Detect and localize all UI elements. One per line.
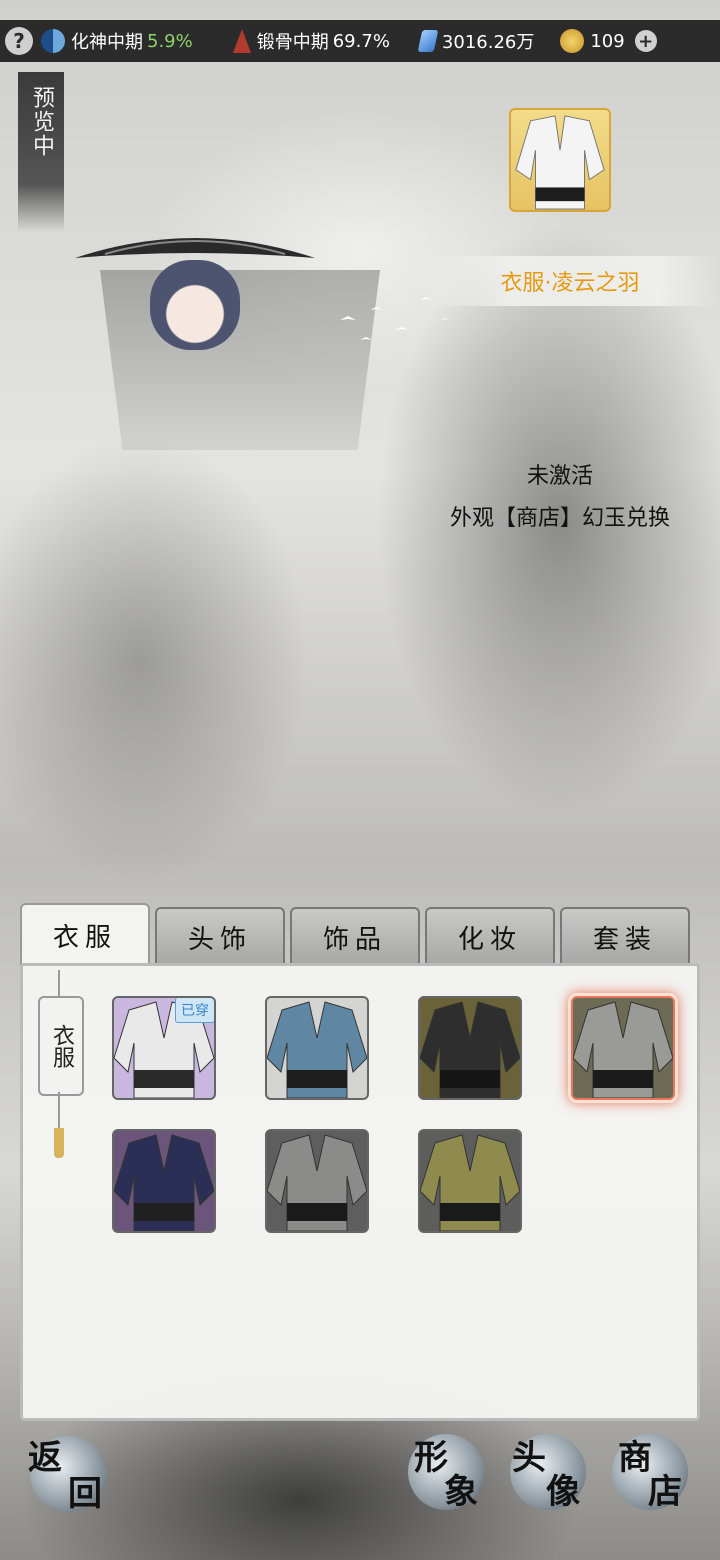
outfit-slot[interactable] bbox=[418, 996, 522, 1100]
bamboo-hat-icon bbox=[75, 238, 315, 258]
bone-forging-icon bbox=[232, 29, 251, 53]
cultivation-label: 化神中期 bbox=[71, 32, 143, 53]
jade-coin-stat[interactable]: 109 bbox=[560, 29, 625, 53]
jade-coin-icon bbox=[560, 29, 585, 53]
yin-yang-icon bbox=[41, 29, 65, 53]
avatar-char-1: 头 bbox=[512, 1438, 546, 1478]
tab-headwear[interactable]: 头饰 bbox=[155, 907, 285, 965]
spirit-stone-icon bbox=[417, 30, 439, 52]
robe-icon bbox=[267, 1134, 367, 1231]
acquire-source: 外观【商店】幻玉兑换 bbox=[449, 506, 670, 531]
outfit-slot[interactable] bbox=[265, 1129, 369, 1233]
jade-coin-amount: 109 bbox=[590, 30, 625, 52]
back-char-1: 返 bbox=[28, 1438, 62, 1478]
preview-tag: 预览中 bbox=[18, 72, 64, 232]
tab-clothes[interactable]: 衣服 bbox=[20, 903, 150, 965]
tab-makeup[interactable]: 化妆 bbox=[425, 907, 555, 965]
appearance-char-2: 象 bbox=[444, 1472, 478, 1512]
robe-icon bbox=[573, 1001, 673, 1098]
activation-status: 未激活 bbox=[526, 464, 593, 489]
avatar-char-2: 像 bbox=[546, 1472, 580, 1512]
shop-button[interactable]: 商 店 bbox=[612, 1434, 688, 1512]
robe-icon bbox=[420, 1134, 520, 1231]
avatar-button[interactable]: 头 像 bbox=[510, 1434, 586, 1512]
wardrobe-tabs: 衣服 头饰 饰品 化妆 套装 bbox=[20, 903, 696, 967]
add-currency-button[interactable]: + bbox=[634, 30, 657, 52]
help-button[interactable]: ? bbox=[5, 27, 33, 55]
outfit-slot[interactable] bbox=[571, 996, 675, 1100]
equipped-badge: 已穿 bbox=[175, 998, 214, 1023]
cultivation-stat[interactable]: 化神中期 5.9% bbox=[41, 28, 193, 54]
category-label: 衣服 bbox=[38, 996, 84, 1096]
appearance-char-1: 形 bbox=[414, 1438, 448, 1478]
spirit-stone-amount: 3016.26万 bbox=[441, 32, 535, 53]
body-tempering-stat[interactable]: 锻骨中期 69.7% bbox=[232, 28, 390, 54]
outfit-slot[interactable] bbox=[112, 1129, 216, 1233]
robe-icon bbox=[114, 1134, 214, 1231]
back-char-2: 回 bbox=[68, 1474, 102, 1514]
tab-accessories[interactable]: 饰品 bbox=[290, 907, 420, 965]
tab-sets[interactable]: 套装 bbox=[560, 907, 690, 965]
robe-icon bbox=[267, 1001, 367, 1098]
shop-char-2: 店 bbox=[648, 1472, 682, 1512]
robe-icon bbox=[420, 1001, 520, 1098]
body-tempering-progress: 69.7% bbox=[332, 30, 390, 52]
body-tempering-label: 锻骨中期 bbox=[256, 32, 329, 53]
outfit-slot[interactable]: 已穿 bbox=[112, 996, 216, 1100]
resource-bar: ? 化神中期 5.9% 锻骨中期 69.7% 3016.26万 109 + bbox=[0, 20, 720, 62]
spirit-stone-stat[interactable]: 3016.26万 bbox=[417, 28, 535, 54]
hanging-string-lower bbox=[58, 1092, 60, 1132]
shop-char-1: 商 bbox=[618, 1438, 652, 1478]
appearance-button[interactable]: 形 象 bbox=[408, 1434, 484, 1512]
item-name: 衣服·凌云之羽 bbox=[420, 256, 720, 306]
outfit-slot[interactable] bbox=[418, 1129, 522, 1233]
hanging-string bbox=[58, 970, 60, 998]
item-preview-thumbnail bbox=[509, 108, 611, 212]
outfit-slot[interactable] bbox=[265, 996, 369, 1100]
robe-icon bbox=[515, 115, 605, 210]
tassel-icon bbox=[54, 1128, 64, 1158]
cultivation-progress: 5.9% bbox=[147, 30, 193, 52]
back-button[interactable]: 返 回 bbox=[28, 1436, 106, 1514]
